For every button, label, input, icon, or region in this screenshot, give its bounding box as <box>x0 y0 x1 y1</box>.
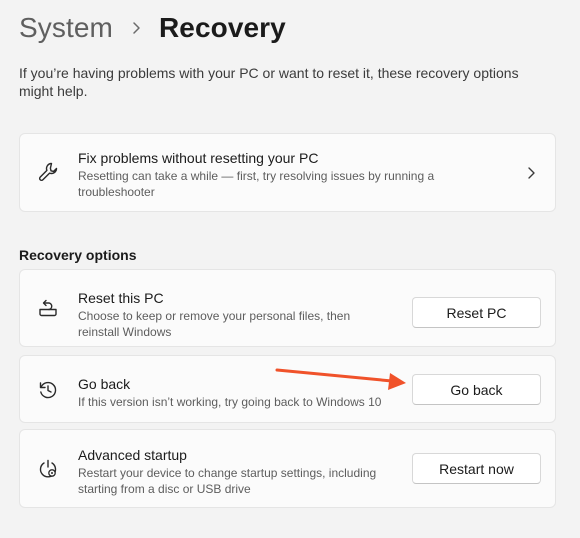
recovery-options-heading: Recovery options <box>19 247 137 263</box>
advanced-startup-icon <box>37 458 59 480</box>
advanced-startup-description: Restart your device to change startup se… <box>78 466 377 496</box>
reset-pc-title: Reset this PC <box>78 290 164 306</box>
intro-text: If you’re having problems with your PC o… <box>19 65 519 99</box>
go-back-description: If this version isn’t working, try going… <box>78 395 382 409</box>
go-back-button[interactable]: Go back <box>412 374 541 405</box>
fix-problems-description: Resetting can take a while — first, try … <box>78 169 435 199</box>
reset-pc-description: Choose to keep or remove your personal f… <box>78 309 351 339</box>
fix-problems-title: Fix problems without resetting your PC <box>78 150 319 166</box>
fix-problems-card[interactable]: Fix problems without resetting your PC R… <box>19 133 556 212</box>
reset-pc-icon <box>37 297 59 319</box>
wrench-icon <box>37 161 59 183</box>
breadcrumb: System Recovery <box>19 6 286 50</box>
breadcrumb-system-link[interactable]: System <box>19 12 113 44</box>
advanced-startup-title: Advanced startup <box>78 447 187 463</box>
go-back-card: Go back If this version isn’t working, t… <box>19 355 556 423</box>
advanced-startup-card: Advanced startup Restart your device to … <box>19 429 556 508</box>
reset-pc-button[interactable]: Reset PC <box>412 297 541 328</box>
chevron-right-icon <box>524 166 538 180</box>
go-back-title: Go back <box>78 376 131 392</box>
restart-now-button[interactable]: Restart now <box>412 453 541 484</box>
reset-pc-card: Reset this PC Choose to keep or remove y… <box>19 269 556 347</box>
breadcrumb-chevron-icon <box>113 6 159 50</box>
history-icon <box>37 379 59 401</box>
page-title: Recovery <box>158 12 286 43</box>
